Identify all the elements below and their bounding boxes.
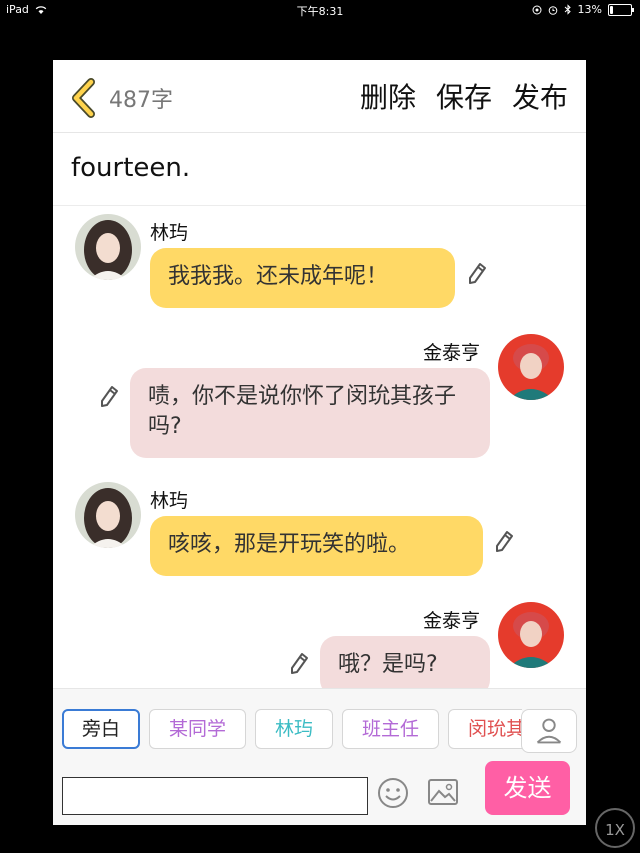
story-title: fourteen. <box>71 153 191 183</box>
composer-panel: 旁白 某同学 林玙 班主任 闵玧其 发送 <box>53 688 586 825</box>
pencil-edit-icon[interactable] <box>466 261 488 287</box>
save-button[interactable]: 保存 <box>436 76 492 116</box>
avatar-jintaeheng[interactable] <box>498 602 564 668</box>
send-button[interactable]: 发送 <box>485 761 570 815</box>
message-input[interactable] <box>62 777 368 815</box>
status-bar: iPad 下午8:31 13% <box>0 0 640 20</box>
avatar-linyu[interactable] <box>75 482 141 548</box>
back-chevron-icon[interactable] <box>67 78 99 118</box>
chat-message: 金泰亨 哦？是吗? <box>53 594 586 688</box>
status-time: 下午8:31 <box>296 5 344 18</box>
speaker-name: 金泰亨 <box>423 610 481 632</box>
character-chip[interactable]: 某同学 <box>149 709 246 749</box>
app-screen: 487字 删除 保存 发布 fourteen. 林玙 我我我。还未成年呢！ 金泰… <box>53 60 586 825</box>
avatar-jintaeheng[interactable] <box>498 334 564 400</box>
speaker-name: 林玙 <box>150 222 189 244</box>
header-actions: 删除 保存 发布 <box>360 76 568 116</box>
chat-message: 林玙 我我我。还未成年呢！ <box>53 206 586 316</box>
character-chip[interactable]: 闵玧其 <box>448 709 522 749</box>
character-chip[interactable]: 林玙 <box>255 709 333 749</box>
message-bubble[interactable]: 我我我。还未成年呢！ <box>150 248 455 308</box>
battery-icon <box>608 3 634 16</box>
chat-area[interactable]: 林玙 我我我。还未成年呢！ 金泰亨 啧，你不是说你怀了闵玧其孩子吗? 林玙 咳咳… <box>53 206 586 688</box>
editor-header: 487字 删除 保存 发布 <box>53 60 586 133</box>
character-chip[interactable]: 班主任 <box>342 709 439 749</box>
message-bubble[interactable]: 哦？是吗? <box>320 636 490 688</box>
message-bubble[interactable]: 咳咳，那是开玩笑的啦。 <box>150 516 483 576</box>
message-bubble[interactable]: 啧，你不是说你怀了闵玧其孩子吗? <box>130 368 490 458</box>
publish-button[interactable]: 发布 <box>512 76 568 116</box>
image-icon[interactable] <box>427 777 459 807</box>
chat-message: 林玙 咳咳，那是开玩笑的啦。 <box>53 474 586 584</box>
story-title-bar[interactable]: fourteen. <box>53 133 586 206</box>
alarm-icon <box>548 5 557 15</box>
pencil-edit-icon[interactable] <box>98 384 120 410</box>
battery-percent: 13% <box>577 3 602 16</box>
location-icon <box>532 5 542 14</box>
character-chip[interactable]: 旁白 <box>62 709 140 749</box>
delete-button[interactable]: 删除 <box>360 76 416 116</box>
avatar-linyu[interactable] <box>75 214 141 280</box>
chat-message: 金泰亨 啧，你不是说你怀了闵玧其孩子吗? <box>53 326 586 466</box>
person-icon[interactable] <box>521 709 577 753</box>
speaker-name: 林玙 <box>150 490 189 512</box>
character-selector: 旁白 某同学 林玙 班主任 闵玧其 <box>62 709 522 753</box>
pencil-edit-icon[interactable] <box>493 529 515 555</box>
pencil-edit-icon[interactable] <box>288 651 310 677</box>
speaker-name: 金泰亨 <box>423 342 481 364</box>
emoji-icon[interactable] <box>377 777 409 809</box>
word-count: 487字 <box>109 88 173 113</box>
zoom-toggle-button[interactable]: 1X <box>595 808 635 848</box>
bluetooth-icon <box>564 4 571 15</box>
